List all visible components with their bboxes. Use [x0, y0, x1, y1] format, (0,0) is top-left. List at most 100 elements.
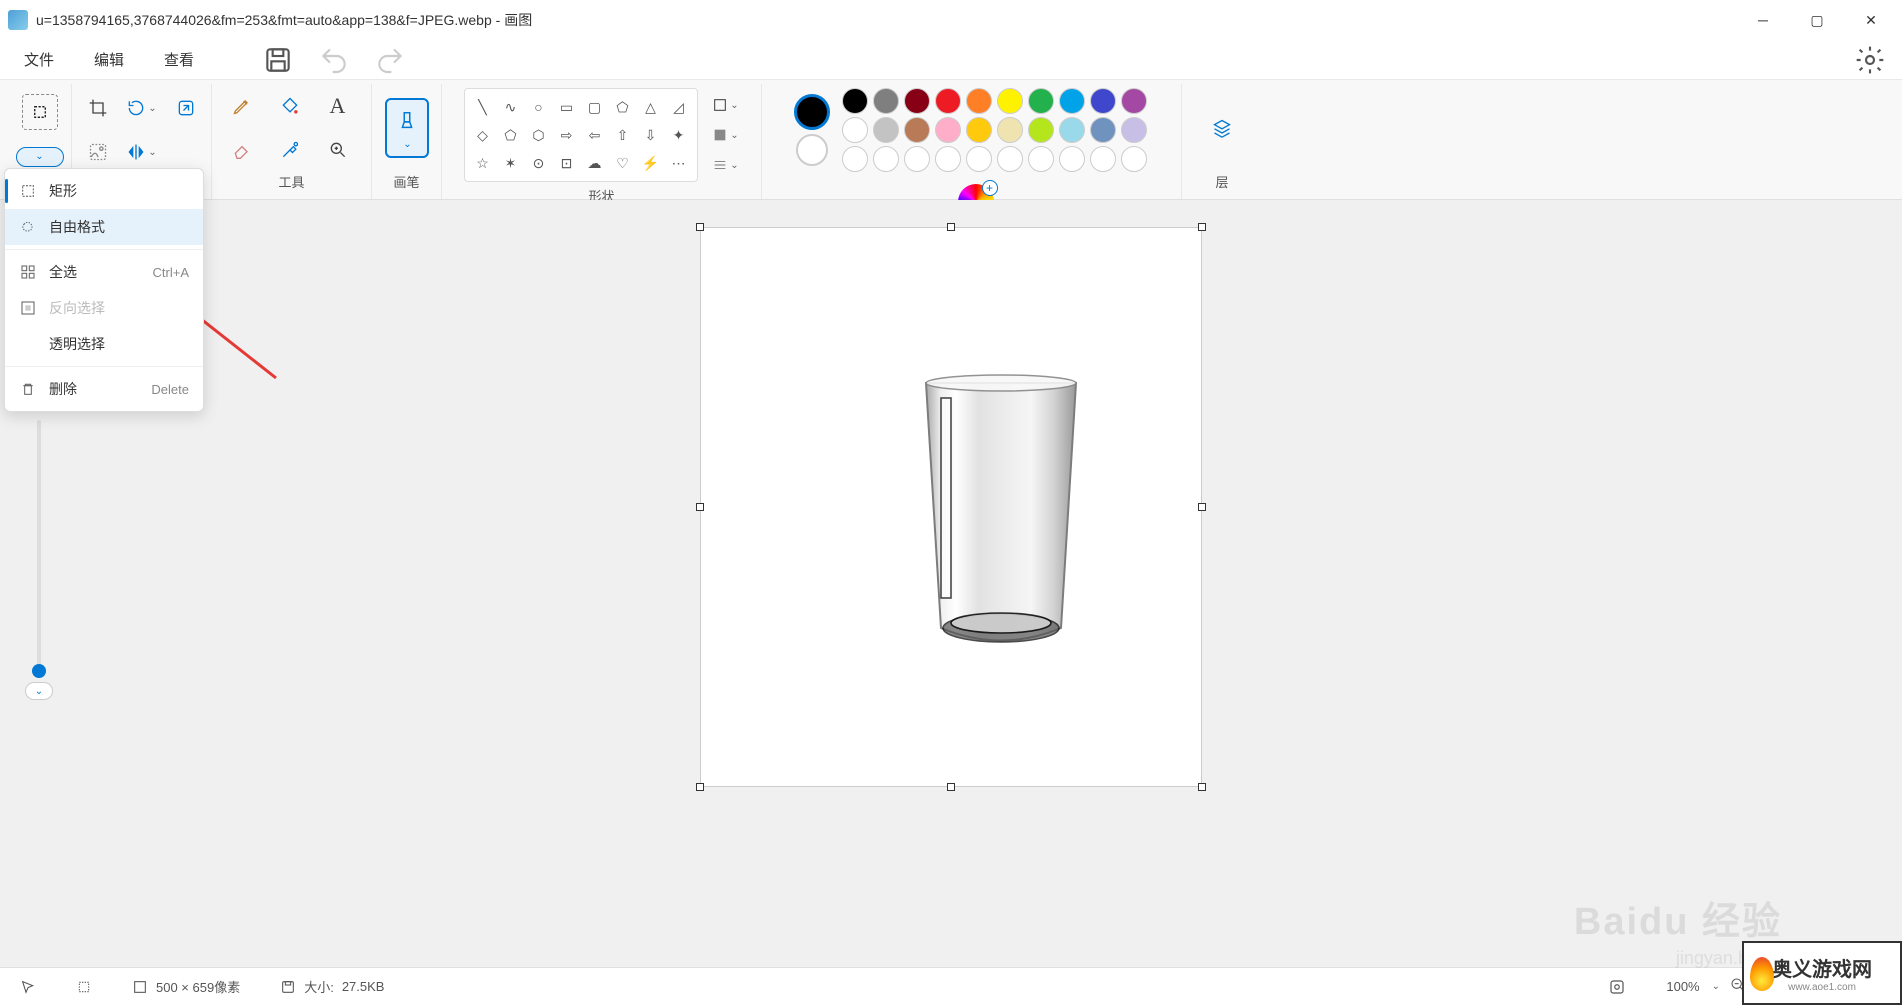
selection-dropdown-button[interactable]: ⌄ [16, 147, 64, 167]
shape-outline-button[interactable]: ⌄ [712, 93, 740, 117]
color-swatch[interactable] [842, 146, 868, 172]
shape-polygon[interactable]: ⬠ [611, 95, 635, 119]
menu-item-transparent-selection[interactable]: 透明选择 [5, 326, 203, 362]
canvas[interactable] [701, 228, 1201, 786]
color-swatch[interactable] [1028, 117, 1054, 143]
resize-button[interactable] [168, 90, 204, 126]
color-swatch[interactable] [1121, 88, 1147, 114]
maximize-button[interactable]: ▢ [1794, 4, 1840, 36]
color-swatch[interactable] [966, 88, 992, 114]
color-swatch[interactable] [997, 88, 1023, 114]
shape-arrow-down[interactable]: ⇩ [639, 123, 663, 147]
color-swatch[interactable] [935, 117, 961, 143]
resize-handle[interactable] [947, 783, 955, 791]
flip-button[interactable]: ⌄ [124, 134, 160, 170]
undo-button[interactable] [318, 44, 350, 76]
side-zoom-slider[interactable]: ⌄ [24, 420, 54, 700]
brush-tool[interactable]: ⌄ [385, 98, 429, 158]
shape-arrow-right[interactable]: ⇨ [555, 123, 579, 147]
menu-item-select-all[interactable]: 全选 Ctrl+A [5, 254, 203, 290]
line-width-button[interactable]: ⌄ [712, 153, 740, 177]
color-swatch[interactable] [873, 117, 899, 143]
shape-callout-rect[interactable]: ⊡ [555, 151, 579, 175]
shape-lightning[interactable]: ⚡ [639, 151, 663, 175]
shape-fill-button[interactable]: ⌄ [712, 123, 740, 147]
color-swatch[interactable] [1028, 88, 1054, 114]
color-swatch[interactable] [1059, 146, 1085, 172]
color-swatch[interactable] [997, 146, 1023, 172]
shape-right-triangle[interactable]: ◿ [667, 95, 691, 119]
crop-button[interactable] [80, 90, 116, 126]
shape-arrow-left[interactable]: ⇦ [583, 123, 607, 147]
color-swatch[interactable] [1090, 117, 1116, 143]
resize-handle[interactable] [1198, 223, 1206, 231]
shape-curve[interactable]: ∿ [499, 95, 523, 119]
resize-handle[interactable] [1198, 503, 1206, 511]
menu-item-delete[interactable]: 删除 Delete [5, 371, 203, 407]
color-swatch[interactable] [904, 88, 930, 114]
resize-handle[interactable] [696, 223, 704, 231]
shape-more[interactable]: ⋯ [667, 151, 691, 175]
shape-5star[interactable]: ☆ [471, 151, 495, 175]
shape-roundrect[interactable]: ▢ [583, 95, 607, 119]
resize-handle[interactable] [696, 503, 704, 511]
color-swatch[interactable] [1090, 88, 1116, 114]
remove-background-button[interactable] [80, 134, 116, 170]
shape-oval[interactable]: ○ [527, 95, 551, 119]
color-swatch[interactable] [1059, 117, 1085, 143]
resize-handle[interactable] [1198, 783, 1206, 791]
text-tool[interactable]: A [320, 88, 356, 124]
shape-rect[interactable]: ▭ [555, 95, 579, 119]
color-swatch[interactable] [1090, 146, 1116, 172]
shape-hexagon[interactable]: ⬡ [527, 123, 551, 147]
color-swatch[interactable] [966, 117, 992, 143]
fit-to-window-button[interactable] [1608, 978, 1626, 996]
resize-handle[interactable] [696, 783, 704, 791]
eyedropper-tool[interactable] [272, 132, 308, 168]
magnifier-tool[interactable] [320, 132, 356, 168]
color-swatch[interactable] [1121, 146, 1147, 172]
shape-line[interactable]: ╲ [471, 95, 495, 119]
color-swatch[interactable] [873, 146, 899, 172]
rotate-button[interactable]: ⌄ [124, 90, 160, 126]
shape-callout-round[interactable]: ⊙ [527, 151, 551, 175]
resize-handle[interactable] [947, 223, 955, 231]
shapes-gallery[interactable]: ╲ ∿ ○ ▭ ▢ ⬠ △ ◿ ◇ ⬠ ⬡ ⇨ ⇦ ⇧ ⇩ ✦ ☆ ✶ ⊙ ⊡ [464, 88, 698, 182]
color-swatch[interactable] [904, 146, 930, 172]
color-swatch[interactable] [935, 88, 961, 114]
redo-button[interactable] [374, 44, 406, 76]
shape-heart[interactable]: ♡ [611, 151, 635, 175]
shape-6star[interactable]: ✶ [499, 151, 523, 175]
settings-button[interactable] [1854, 44, 1886, 76]
shape-pentagon[interactable]: ⬠ [499, 123, 523, 147]
color-swatch[interactable] [966, 146, 992, 172]
color-swatch[interactable] [1121, 117, 1147, 143]
pencil-tool[interactable] [224, 88, 260, 124]
save-button[interactable] [262, 44, 294, 76]
color-swatch[interactable] [997, 117, 1023, 143]
zoom-dropdown[interactable]: ⌄ [1712, 981, 1720, 992]
secondary-color[interactable] [796, 134, 828, 166]
color-swatch[interactable] [1028, 146, 1054, 172]
menu-file[interactable]: 文件 [16, 45, 62, 74]
shape-callout-cloud[interactable]: ☁ [583, 151, 607, 175]
shape-triangle[interactable]: △ [639, 95, 663, 119]
minimize-button[interactable]: ─ [1740, 4, 1786, 36]
layers-button[interactable] [1204, 110, 1240, 146]
menu-item-freeform-selection[interactable]: 自由格式 [5, 209, 203, 245]
shape-arrow-up[interactable]: ⇧ [611, 123, 635, 147]
color-swatch[interactable] [873, 88, 899, 114]
color-swatch[interactable] [1059, 88, 1085, 114]
primary-color[interactable] [794, 94, 830, 130]
color-swatch[interactable] [904, 117, 930, 143]
color-swatch[interactable] [842, 117, 868, 143]
shape-4star[interactable]: ✦ [667, 123, 691, 147]
shape-diamond[interactable]: ◇ [471, 123, 495, 147]
fill-tool[interactable] [272, 88, 308, 124]
menu-view[interactable]: 查看 [156, 45, 202, 74]
menu-item-rectangle-selection[interactable]: 矩形 [5, 173, 203, 209]
menu-edit[interactable]: 编辑 [86, 45, 132, 74]
eraser-tool[interactable] [224, 132, 260, 168]
color-swatch[interactable] [842, 88, 868, 114]
color-swatch[interactable] [935, 146, 961, 172]
